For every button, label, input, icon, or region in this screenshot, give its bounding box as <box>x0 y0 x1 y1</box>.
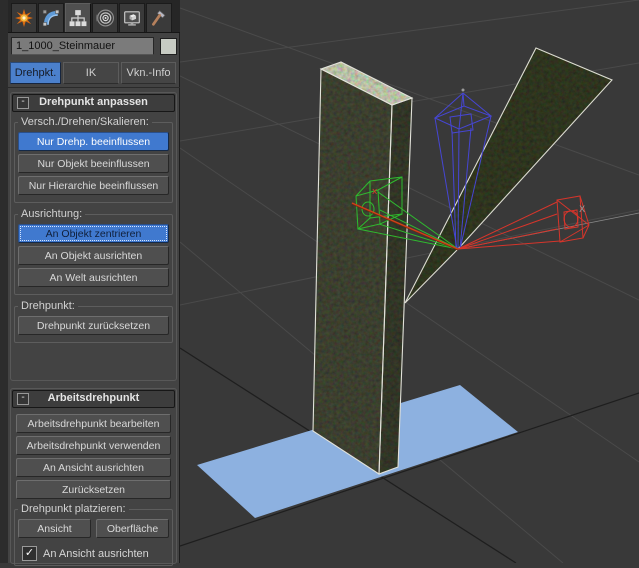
perspective-viewport[interactable]: x X <box>180 0 639 563</box>
tab-display[interactable] <box>119 3 145 32</box>
subtab-ik[interactable]: IK <box>63 62 119 84</box>
group-legend: Drehpunkt: <box>18 300 78 312</box>
viewport-canvas: x X <box>180 0 639 563</box>
reset-working-pivot-button[interactable]: Zurücksetzen <box>16 480 171 499</box>
group-move-rotate-scale: Versch./Drehen/Skalieren: Nur Drehp. bee… <box>14 116 173 203</box>
reset-pivot-button[interactable]: Drehpunkt zurücksetzen <box>18 316 169 335</box>
center-to-object-button[interactable]: An Objekt zentrieren <box>18 224 169 243</box>
angled-plank-object[interactable] <box>405 48 612 303</box>
affect-hierarchy-only-button[interactable]: Nur Hierarchie beeinflussen <box>18 176 169 195</box>
collapse-minus-icon[interactable]: - <box>17 97 29 109</box>
align-to-world-button[interactable]: An Welt ausrichten <box>18 268 169 287</box>
z-axis-tip-dot <box>462 89 465 92</box>
group-legend: Drehpunkt platzieren: <box>18 503 129 515</box>
rollout-adjust-pivot: - Drehpunkt anpassen Versch./Drehen/Skal… <box>10 92 177 381</box>
tree-icon <box>69 9 87 27</box>
group-legend: Versch./Drehen/Skalieren: <box>18 116 152 128</box>
rollout-working-pivot: - Arbeitsdrehpunkt Arbeitsdrehpunkt bear… <box>10 388 177 564</box>
place-view-button[interactable]: Ansicht <box>18 519 91 538</box>
rollout-adjust-pivot-header[interactable]: - Drehpunkt anpassen <box>12 94 175 112</box>
object-name-field[interactable] <box>11 37 154 55</box>
subtab-link-info[interactable]: Vkn.-Info <box>121 62 176 84</box>
command-panel: Drehpkt. IK Vkn.-Info - Drehpunkt anpass… <box>8 0 180 563</box>
subtab-pivot[interactable]: Drehpkt. <box>10 62 61 84</box>
hammer-icon <box>150 9 168 27</box>
rollout-working-pivot-header[interactable]: - Arbeitsdrehpunkt <box>12 390 175 408</box>
tab-motion[interactable] <box>92 3 118 32</box>
align-to-object-button[interactable]: An Objekt ausrichten <box>18 246 169 265</box>
affect-object-only-button[interactable]: Nur Objekt beeinflussen <box>18 154 169 173</box>
group-place-pivot: Drehpunkt platzieren: Ansicht Oberfläche… <box>14 503 173 566</box>
bend-icon <box>42 9 60 27</box>
x-axis-label: X <box>579 205 585 215</box>
display-icon <box>123 9 141 27</box>
place-surface-button[interactable]: Oberfläche <box>96 519 169 538</box>
group-alignment: Ausrichtung: An Objekt zentrieren An Obj… <box>14 208 173 295</box>
x-axis-small-marker: x <box>372 187 378 197</box>
stone-wall-object[interactable] <box>313 62 412 474</box>
rollout-title: Drehpunkt anpassen <box>39 96 148 108</box>
tab-utilities[interactable] <box>146 3 172 32</box>
tab-hierarchy[interactable] <box>65 3 91 32</box>
adjacent-panel-edge <box>0 0 8 563</box>
edit-working-pivot-button[interactable]: Arbeitsdrehpunkt bearbeiten <box>16 414 171 433</box>
rollout-title: Arbeitsdrehpunkt <box>48 392 140 404</box>
group-legend: Ausrichtung: <box>18 208 85 220</box>
object-color-swatch[interactable] <box>160 38 177 55</box>
divider <box>8 87 180 88</box>
use-working-pivot-button[interactable]: Arbeitsdrehpunkt verwenden <box>16 436 171 455</box>
align-to-view-checkbox-row: ✓ An Ansicht ausrichten <box>22 546 165 561</box>
sunburst-icon <box>15 9 33 27</box>
command-panel-tabbar <box>8 0 180 33</box>
group-pivot: Drehpunkt: Drehpunkt zurücksetzen <box>14 300 173 343</box>
hierarchy-subtabs: Drehpkt. IK Vkn.-Info <box>10 62 178 84</box>
tab-modify[interactable] <box>38 3 64 32</box>
checkbox-label: An Ansicht ausrichten <box>43 548 149 560</box>
align-to-view-checkbox[interactable]: ✓ <box>22 546 37 561</box>
tab-create[interactable] <box>11 3 37 32</box>
collapse-minus-icon[interactable]: - <box>17 393 29 405</box>
motion-icon <box>96 9 114 27</box>
affect-pivot-only-button[interactable]: Nur Drehp. beeinflussen <box>18 132 169 151</box>
align-to-view-button[interactable]: An Ansicht ausrichten <box>16 458 171 477</box>
